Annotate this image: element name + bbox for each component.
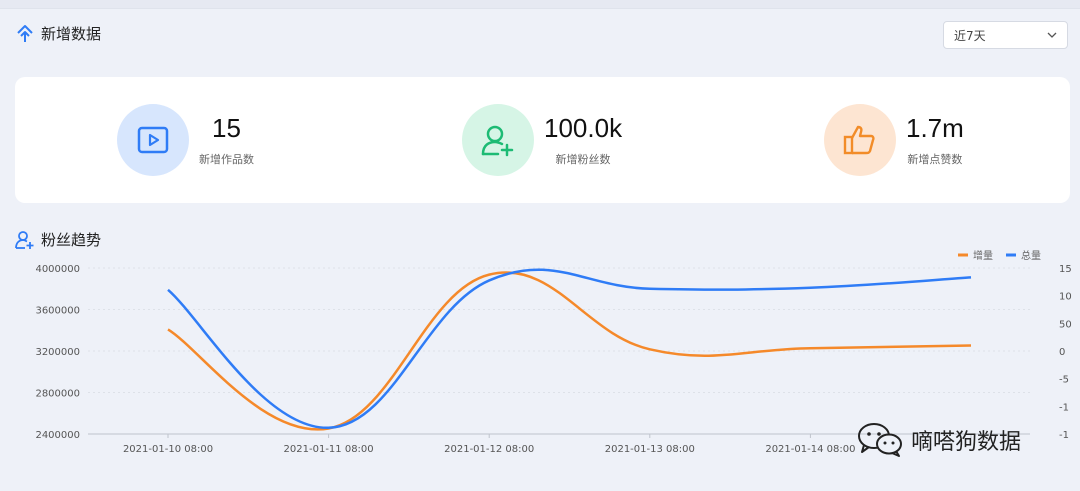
section-title-new-data: 新增数据 xyxy=(41,25,102,43)
stat-icon-circle xyxy=(462,104,534,176)
chevron-down-icon xyxy=(1047,32,1057,38)
x-tick-label: 2021-01-11 08:00 xyxy=(284,444,374,455)
stat-label: 新增粉丝数 xyxy=(555,153,611,166)
y-left-tick-label: 3200000 xyxy=(35,347,80,358)
y-right-tick-label: 50 xyxy=(1059,319,1072,330)
x-tick-label: 2021-01-13 08:00 xyxy=(605,444,695,455)
y-left-tick-label: 4000000 xyxy=(35,264,80,275)
y-right-tick-label: 10 xyxy=(1059,292,1072,303)
thumbs-up-icon xyxy=(843,125,875,155)
stat-label: 新增点赞数 xyxy=(907,153,963,166)
y-right-tick-label: -1 xyxy=(1059,402,1069,413)
stat-new-works: 15 新增作品数 xyxy=(117,104,254,176)
stat-value: 100.0k xyxy=(544,113,623,143)
stat-icon-circle xyxy=(117,104,189,176)
period-select[interactable]: 近7天 xyxy=(943,21,1068,49)
y-left-tick-label: 2800000 xyxy=(35,389,80,400)
watermark-text: 嘀嗒狗数据 xyxy=(911,430,1022,455)
top-strip xyxy=(0,0,1080,9)
user-add-icon xyxy=(481,125,514,157)
stat-value: 15 xyxy=(212,113,241,143)
stat-label: 新增作品数 xyxy=(199,153,254,166)
double-up-arrow-icon xyxy=(17,24,33,42)
y-right-tick-label: 0 xyxy=(1059,347,1065,358)
period-select-value: 近7天 xyxy=(954,28,986,43)
x-tick-label: 2021-01-12 08:00 xyxy=(444,444,534,455)
video-icon xyxy=(137,126,169,154)
legend-label: 增量 xyxy=(973,249,993,262)
x-tick-label: 2021-01-14 08:00 xyxy=(765,444,855,455)
y-right-tick-label: 15 xyxy=(1059,264,1072,275)
legend-label: 总量 xyxy=(1021,249,1041,262)
y-left-tick-label: 2400000 xyxy=(35,430,80,441)
y-left-tick-label: 3600000 xyxy=(35,306,80,317)
stat-icon-circle xyxy=(824,104,896,176)
stats-card: 15 新增作品数 100.0k 新增粉丝数 1.7m 新增点赞数 xyxy=(15,77,1070,203)
y-right-tick-label: -5 xyxy=(1059,375,1069,386)
stat-value: 1.7m xyxy=(906,113,964,143)
section-new-data-header: 新增数据 xyxy=(15,23,101,44)
x-tick-label: 2021-01-10 08:00 xyxy=(123,444,213,455)
y-right-tick-label: -1 xyxy=(1059,430,1069,441)
stat-new-fans: 100.0k 新增粉丝数 xyxy=(462,104,622,176)
watermark: 嘀嗒狗数据 xyxy=(855,422,1021,458)
stat-new-likes: 1.7m 新增点赞数 xyxy=(824,104,964,176)
wechat-icon xyxy=(858,423,902,457)
